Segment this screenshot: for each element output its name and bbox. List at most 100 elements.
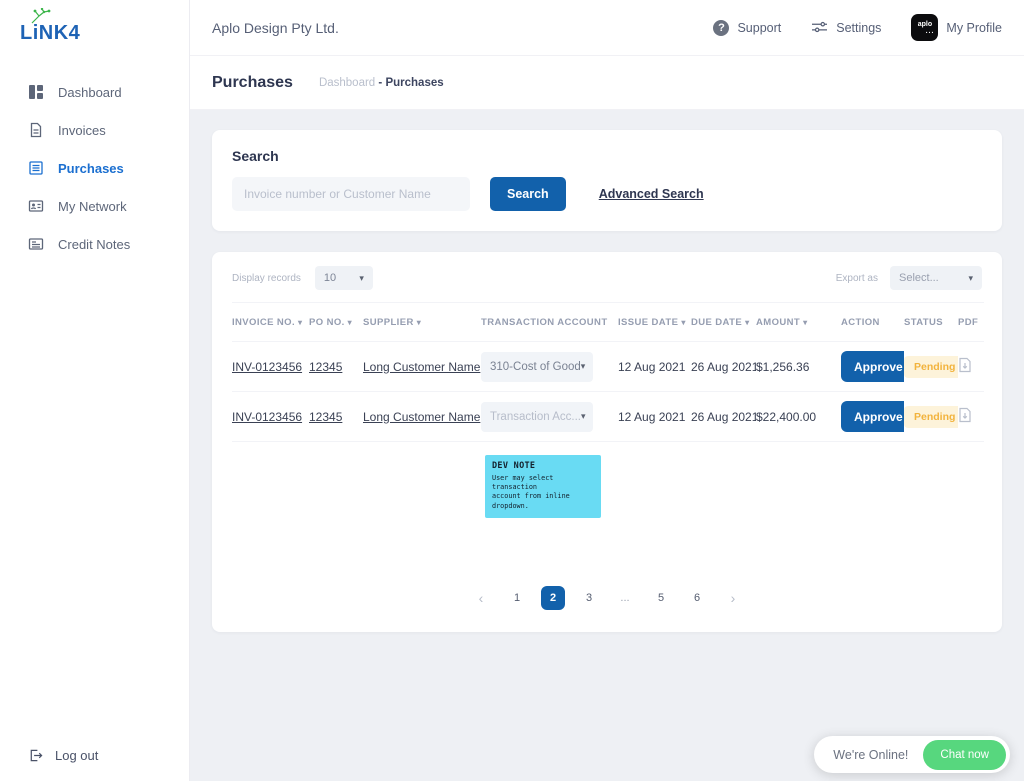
col-header-action: ACTION <box>841 303 904 342</box>
col-header-invoice-no[interactable]: INVOICE NO.▾ <box>232 303 309 342</box>
content-area: Search Search Advanced Search Display re… <box>190 110 1024 781</box>
approve-button[interactable]: Approve <box>841 351 904 382</box>
search-input[interactable] <box>232 177 470 211</box>
issue-date: 12 Aug 2021 <box>618 410 685 424</box>
chat-status-text: We're Online! <box>833 748 908 762</box>
caret-down-icon: ▾ <box>359 273 364 284</box>
transaction-account-placeholder: Transaction Acc... <box>490 411 581 423</box>
search-button[interactable]: Search <box>490 177 566 211</box>
search-row: Search Advanced Search <box>232 177 982 211</box>
sidebar-item-label: My Network <box>58 199 127 214</box>
table-row: INV-0123456 12345 Long Customer Name Tra… <box>232 392 984 442</box>
status-badge: Pending <box>904 406 958 428</box>
avatar: aplo ... <box>911 14 938 41</box>
pagination-ellipsis: ... <box>613 586 637 610</box>
logout-button[interactable]: Log out <box>28 748 98 763</box>
purchases-table: INVOICE NO.▾ PO NO.▾ SUPPLIER▾ TRANSACTI… <box>232 302 984 442</box>
purchases-table-card: Display records 10 ▾ Export as Select...… <box>212 252 1002 632</box>
pagination-page-3[interactable]: 3 <box>577 586 601 610</box>
header-actions: ? Support Settings aplo <box>713 14 1002 41</box>
network-card-icon <box>28 198 44 214</box>
chat-widget: We're Online! Chat now <box>814 736 1010 773</box>
transaction-account-select[interactable]: Transaction Acc... ▾ <box>481 402 593 432</box>
pdf-file-icon[interactable] <box>958 357 972 373</box>
pagination-page-2-active[interactable]: 2 <box>541 586 565 610</box>
invoice-number-link[interactable]: INV-0123456 <box>232 360 302 374</box>
col-header-supplier[interactable]: SUPPLIER▾ <box>363 303 481 342</box>
pagination-page-6[interactable]: 6 <box>685 586 709 610</box>
company-name: Aplo Design Pty Ltd. <box>212 20 339 36</box>
breadcrumb-dashboard[interactable]: Dashboard <box>319 77 375 89</box>
chat-now-button[interactable]: Chat now <box>923 740 1006 770</box>
search-heading: Search <box>232 148 982 164</box>
logout-label: Log out <box>55 748 98 763</box>
sidebar-item-dashboard[interactable]: Dashboard <box>0 73 189 111</box>
sort-caret-icon: ▾ <box>681 318 685 327</box>
profile-label: My Profile <box>946 21 1002 35</box>
page-title: Purchases <box>212 74 293 92</box>
brand-logo[interactable]: LiNK4 <box>0 0 189 51</box>
dev-note-title: DEV NOTE <box>492 461 594 471</box>
sidebar-item-credit-notes[interactable]: Credit Notes <box>0 225 189 263</box>
supplier-link[interactable]: Long Customer Name <box>363 410 480 424</box>
dev-note-text: User may select transaction account from… <box>492 474 594 511</box>
pagination: ‹ 1 2 3 ... 5 6 › <box>212 586 1002 610</box>
breadcrumb-separator: - <box>378 77 382 89</box>
advanced-search-link[interactable]: Advanced Search <box>599 187 704 201</box>
avatar-dots: ... <box>926 28 935 35</box>
pagination-page-1[interactable]: 1 <box>505 586 529 610</box>
page-header: Purchases Dashboard - Purchases <box>190 56 1024 110</box>
sort-caret-icon: ▾ <box>348 318 352 327</box>
logo-branch-icon <box>27 8 53 24</box>
settings-button[interactable]: Settings <box>811 20 881 35</box>
logo-text: LiNK4 <box>20 22 80 44</box>
po-number-link[interactable]: 12345 <box>309 410 342 424</box>
status-badge: Pending <box>904 356 958 378</box>
approve-button[interactable]: Approve <box>841 401 904 432</box>
support-button[interactable]: ? Support <box>713 20 781 36</box>
table-header-row: INVOICE NO.▾ PO NO.▾ SUPPLIER▾ TRANSACTI… <box>232 303 984 342</box>
avatar-text: aplo <box>918 21 932 28</box>
sidebar-nav: Dashboard Invoices Purch <box>0 73 189 263</box>
sort-caret-icon: ▾ <box>417 318 421 327</box>
col-header-po-no[interactable]: PO NO.▾ <box>309 303 363 342</box>
dashboard-icon <box>28 84 44 100</box>
table-row: INV-0123456 12345 Long Customer Name 310… <box>232 342 984 392</box>
col-header-issue-date[interactable]: ISSUE DATE▾ <box>618 303 691 342</box>
invoice-number-link[interactable]: INV-0123456 <box>232 410 302 424</box>
export-as-value: Select... <box>899 272 939 284</box>
pagination-page-5[interactable]: 5 <box>649 586 673 610</box>
pdf-file-icon[interactable] <box>958 407 972 423</box>
pagination-next-icon[interactable]: › <box>721 586 745 610</box>
pagination-prev-icon[interactable]: ‹ <box>469 586 493 610</box>
col-header-due-date[interactable]: DUE DATE▾ <box>691 303 756 342</box>
logout-icon <box>28 748 43 763</box>
sidebar-item-label: Credit Notes <box>58 237 130 252</box>
display-records-value: 10 <box>324 272 336 284</box>
sidebar-item-label: Dashboard <box>58 85 122 100</box>
export-controls: Export as Select... ▾ <box>836 266 982 290</box>
top-header: Aplo Design Pty Ltd. ? Support Settings <box>190 0 1024 56</box>
col-header-pdf: PDF <box>958 303 984 342</box>
amount: $1,256.36 <box>756 360 809 374</box>
col-header-amount[interactable]: AMOUNT▾ <box>756 303 841 342</box>
sidebar-item-purchases[interactable]: Purchases <box>0 149 189 187</box>
supplier-link[interactable]: Long Customer Name <box>363 360 480 374</box>
sidebar-item-my-network[interactable]: My Network <box>0 187 189 225</box>
caret-down-icon: ▾ <box>968 273 973 284</box>
purchases-list-icon <box>28 160 44 176</box>
export-as-label: Export as <box>836 273 878 284</box>
dev-note: DEV NOTE User may select transaction acc… <box>485 455 601 518</box>
sort-caret-icon: ▾ <box>745 318 749 327</box>
sidebar-item-label: Purchases <box>58 161 124 176</box>
caret-down-icon: ▾ <box>581 411 586 422</box>
po-number-link[interactable]: 12345 <box>309 360 342 374</box>
transaction-account-select[interactable]: 310-Cost of Good ▾ <box>481 352 593 382</box>
sort-caret-icon: ▾ <box>803 318 807 327</box>
table-controls: Display records 10 ▾ Export as Select...… <box>232 266 982 290</box>
profile-button[interactable]: aplo ... My Profile <box>911 14 1002 41</box>
amount: $22,400.00 <box>756 410 816 424</box>
export-as-select[interactable]: Select... ▾ <box>890 266 982 290</box>
display-records-select[interactable]: 10 ▾ <box>315 266 373 290</box>
sidebar-item-invoices[interactable]: Invoices <box>0 111 189 149</box>
